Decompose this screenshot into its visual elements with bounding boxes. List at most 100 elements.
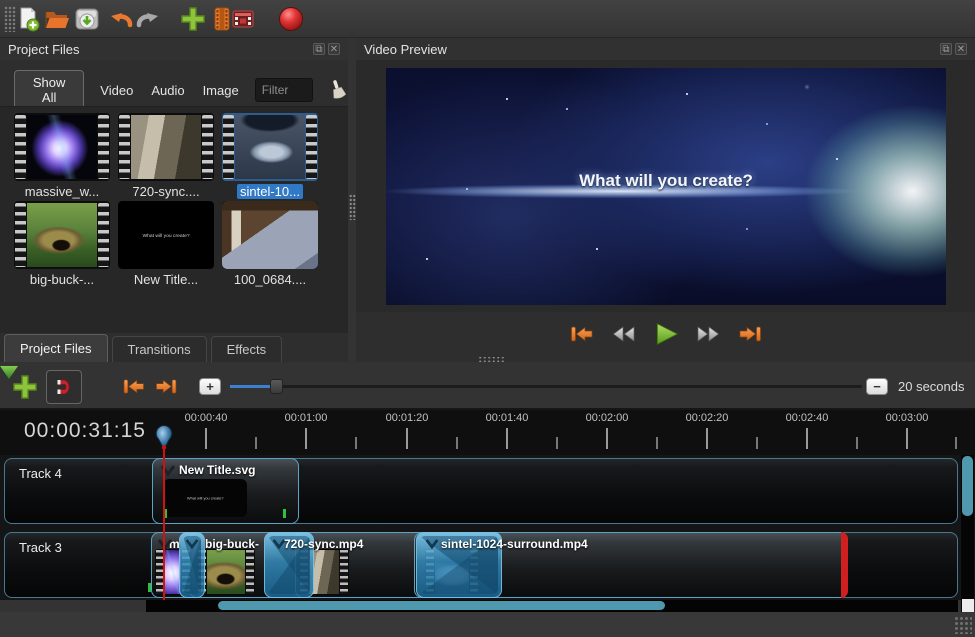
close-panel-icon[interactable]: ✕ <box>328 43 340 55</box>
record-icon <box>277 5 305 33</box>
zoom-slider[interactable] <box>230 385 862 388</box>
track-row-4[interactable]: Track 4 New Title.svg What will you crea… <box>4 458 958 524</box>
ruler-minor-tick <box>756 437 758 449</box>
file-item-100-0684[interactable]: 100_0684.... <box>222 201 318 287</box>
filter-video-button[interactable]: Video <box>98 79 135 102</box>
save-project-button[interactable] <box>72 4 102 34</box>
zoom-level-label: 20 seconds <box>898 379 965 394</box>
vscroll-thumb[interactable] <box>962 456 973 516</box>
close-panel-icon[interactable]: ✕ <box>955 43 967 55</box>
ruler-major-tick <box>606 428 608 449</box>
project-files-panel: Project Files ⧉ ✕ Show All Video Audio I… <box>0 38 348 362</box>
ruler-major-tick <box>406 428 408 449</box>
tab-project-files[interactable]: Project Files <box>4 334 108 362</box>
window-footer <box>0 612 975 637</box>
clip-title-preview-text: What will you create? <box>187 496 224 500</box>
export-video-button[interactable] <box>276 4 306 34</box>
timeline-ruler[interactable]: 00:00:31:15 00:00:40 00:01:00 00:01:20 0… <box>0 410 975 455</box>
filter-show-all-button[interactable]: Show All <box>14 70 84 110</box>
tab-effects[interactable]: Effects <box>211 336 283 362</box>
open-project-button[interactable] <box>42 4 72 34</box>
undock-panel-icon[interactable]: ⧉ <box>940 43 952 55</box>
add-track-plus-icon <box>12 374 38 400</box>
undock-panel-icon[interactable]: ⧉ <box>313 43 325 55</box>
project-files-title: Project Files <box>8 42 80 57</box>
file-thumbnail <box>14 113 110 181</box>
import-files-button[interactable] <box>178 4 208 34</box>
rewind-button[interactable] <box>608 320 640 348</box>
zoom-out-button[interactable]: − <box>866 378 888 395</box>
fullscreen-button[interactable] <box>228 4 258 34</box>
ruler-minor-tick <box>456 437 458 449</box>
transition-chevron-icon[interactable] <box>423 537 441 550</box>
file-item-720-sync[interactable]: 720-sync.... <box>118 113 214 199</box>
clip-label: big-buck- <box>205 537 259 551</box>
filter-image-button[interactable]: Image <box>201 79 241 102</box>
hscroll-thumb[interactable] <box>218 601 665 610</box>
filter-audio-button[interactable]: Audio <box>149 79 186 102</box>
ruler-minor-tick <box>955 437 957 449</box>
project-files-header: Project Files ⧉ ✕ <box>0 38 348 60</box>
track-row-3[interactable]: Track 3 m big-buck- 720-sync.mp4 sintel-… <box>4 532 958 598</box>
file-name: big-buck-... <box>14 272 110 287</box>
open-folder-icon <box>44 6 70 32</box>
clip-thumbnail-big-buck <box>197 549 255 595</box>
ruler-label: 00:02:20 <box>667 412 747 424</box>
keyframe-marker <box>283 509 286 518</box>
zoom-slider-handle[interactable] <box>270 379 283 394</box>
new-project-button[interactable] <box>13 4 43 34</box>
ruler-major-tick <box>906 428 908 449</box>
timeline-vscroll[interactable] <box>961 455 974 613</box>
redo-icon <box>134 6 160 32</box>
ruler-label: 00:01:40 <box>467 412 547 424</box>
clip-menu-chevron-icon[interactable] <box>155 537 175 551</box>
panel-splitter-handle[interactable] <box>349 194 356 220</box>
redo-button[interactable] <box>132 4 162 34</box>
jump-end-button[interactable] <box>154 377 178 396</box>
file-name: 100_0684.... <box>222 272 318 287</box>
clip-new-title[interactable]: New Title.svg What will you create? <box>152 458 299 524</box>
clip-label: New Title.svg <box>179 463 255 477</box>
jump-start-button[interactable] <box>122 377 146 396</box>
playhead-marker[interactable] <box>154 424 174 450</box>
clip-title-thumbnail: What will you create? <box>163 479 247 517</box>
ruler-label: 00:03:00 <box>867 412 947 424</box>
resize-grip[interactable] <box>954 616 972 634</box>
zoom-slider-fill <box>230 385 272 388</box>
transition-chevron-icon[interactable] <box>183 537 201 550</box>
jump-to-start-button[interactable] <box>566 320 598 348</box>
ruler-major-tick <box>205 428 207 449</box>
file-item-massive[interactable]: massive_w... <box>14 113 110 199</box>
file-item-sintel[interactable]: sintel-10... <box>222 113 318 199</box>
fast-forward-button[interactable] <box>692 320 724 348</box>
tab-transitions[interactable]: Transitions <box>112 336 207 362</box>
filter-row: Show All Video Audio Image <box>0 70 348 110</box>
filter-input[interactable] <box>255 78 313 102</box>
hscroll-track[interactable] <box>146 600 958 612</box>
snapping-toggle-button[interactable] <box>46 370 82 404</box>
ruler-minor-tick <box>355 437 357 449</box>
jump-end-icon <box>737 324 763 344</box>
play-icon <box>653 322 679 346</box>
ruler-major-tick <box>506 428 508 449</box>
ruler-label: 00:00:40 <box>166 412 246 424</box>
transition[interactable] <box>179 532 205 598</box>
clip-menu-chevron-icon[interactable] <box>158 463 178 477</box>
add-track-button[interactable] <box>12 374 38 400</box>
timeline-hscroll <box>0 600 975 612</box>
ruler-label: 00:02:40 <box>767 412 847 424</box>
file-item-new-title[interactable]: What will you create? New Title... <box>118 201 214 287</box>
magnet-icon <box>53 376 75 398</box>
video-preview-panel: Video Preview ⧉ ✕ What will you create? <box>356 38 975 362</box>
rewind-icon <box>611 324 637 344</box>
file-item-big-buck[interactable]: big-buck-... <box>14 201 110 287</box>
ruler-minor-tick <box>856 437 858 449</box>
track-name: Track 4 <box>19 466 62 481</box>
timeline-splitter-handle[interactable] <box>478 356 506 363</box>
clear-filter-brush-icon[interactable] <box>327 79 348 101</box>
zoom-in-button[interactable]: + <box>199 378 221 395</box>
file-thumbnail <box>222 113 318 181</box>
file-name: sintel-10... <box>222 184 318 199</box>
play-button[interactable] <box>650 320 682 348</box>
jump-to-end-button[interactable] <box>734 320 766 348</box>
